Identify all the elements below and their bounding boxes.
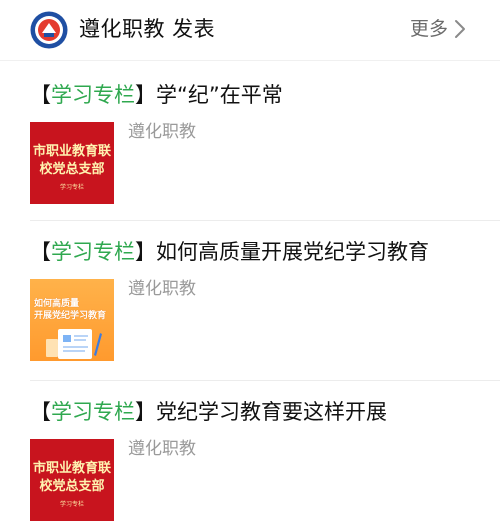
column-tag: 学习专栏: [51, 240, 135, 264]
account-name: 遵化职教 发表: [79, 17, 216, 41]
column-tag: 学习专栏: [51, 83, 135, 107]
article-title[interactable]: 【学习专栏】如何高质量开展党纪学习教育: [30, 237, 429, 267]
tag-bracket-close: 】: [135, 240, 156, 264]
thumbnail-text: 校党总支部: [39, 479, 105, 494]
article-title[interactable]: 【学习专栏】学“纪”在平常: [30, 80, 283, 110]
thumbnail-text: 市职业教育联: [32, 144, 111, 159]
tag-bracket-open: 【: [30, 240, 51, 264]
article-title-text: 如何高质量开展党纪学习教育: [156, 240, 429, 264]
article-thumbnail[interactable]: 市职业教育联 校党总支部 学习专栏: [30, 122, 114, 204]
thumbnail-text: 市职业教育联: [32, 461, 111, 476]
article-source: 遵化职教: [128, 122, 196, 142]
article-title[interactable]: 【学习专栏】党纪学习教育要这样开展: [30, 397, 387, 427]
chevron-right-icon: [454, 19, 466, 39]
thumbnail-text: 开展党纪学习教育: [34, 311, 107, 321]
more-label: 更多: [409, 18, 448, 40]
article-thumbnail[interactable]: 如何高质量 开展党纪学习教育: [30, 279, 114, 361]
thumbnail-text: 校党总支部: [39, 162, 105, 177]
article-item[interactable]: 【学习专栏】如何高质量开展党纪学习教育 如何高质量 开展党纪学习教育 遵化职教: [0, 221, 500, 381]
thumbnail-caption: 学习专栏: [59, 184, 84, 191]
tag-bracket-close: 】: [135, 400, 156, 424]
column-tag: 学习专栏: [51, 400, 135, 424]
article-thumbnail[interactable]: 市职业教育联 校党总支部 学习专栏: [30, 439, 114, 521]
tag-bracket-close: 】: [135, 83, 156, 107]
more-button[interactable]: 更多: [410, 16, 466, 42]
article-item[interactable]: 【学习专栏】党纪学习教育要这样开展 市职业教育联 校党总支部 学习专栏 遵化职教: [0, 381, 500, 530]
article-source: 遵化职教: [128, 439, 196, 459]
article-source: 遵化职教: [128, 279, 196, 299]
article-title-text: 党纪学习教育要这样开展: [156, 400, 387, 424]
tag-bracket-open: 【: [30, 400, 51, 424]
document-illustration-icon: [44, 325, 104, 359]
official-account-card: 遵化职教 发表 更多 【学习专栏】学“纪”在平常 市职业教育联 校党总支部 学习…: [0, 0, 500, 530]
thumbnail-text: 如何高质量: [34, 299, 80, 309]
tag-bracket-open: 【: [30, 83, 51, 107]
article-item[interactable]: 【学习专栏】学“纪”在平常 市职业教育联 校党总支部 学习专栏 遵化职教: [0, 60, 500, 220]
school-emblem-icon[interactable]: [30, 11, 68, 49]
article-title-text: 学“纪”在平常: [156, 83, 283, 107]
thumbnail-caption: 学习专栏: [59, 501, 84, 508]
account-header[interactable]: 遵化职教 发表 更多: [0, 0, 500, 61]
